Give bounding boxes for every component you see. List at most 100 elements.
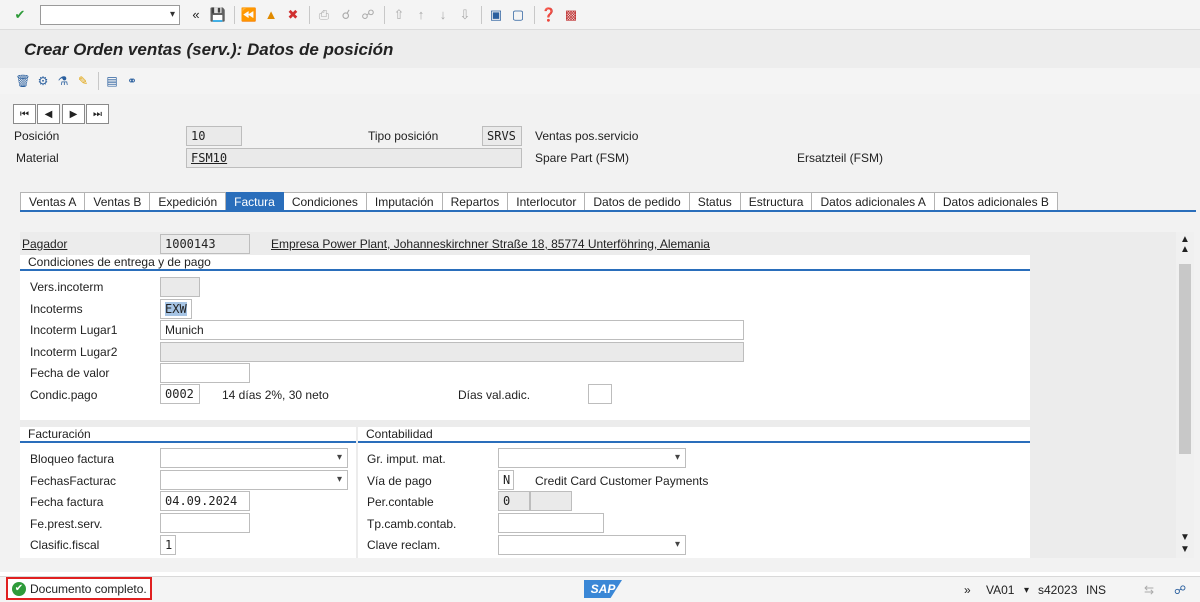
- posicion-label: Posición: [14, 129, 60, 143]
- pagador-label[interactable]: Pagador: [22, 237, 67, 251]
- scroll-down-icon[interactable]: ▼: [1180, 532, 1190, 543]
- incoterm-lugar1-field[interactable]: Munich: [160, 320, 744, 340]
- configure-icon[interactable]: ⚙: [34, 72, 52, 90]
- cancel-icon[interactable]: ✖: [283, 5, 303, 25]
- find-icon[interactable]: ☌: [336, 5, 356, 25]
- find-next-icon[interactable]: ☍: [358, 5, 378, 25]
- chevron-down-icon[interactable]: ▾: [675, 539, 680, 550]
- last-page-icon[interactable]: ⇩: [455, 5, 475, 25]
- last-item-button[interactable]: ⏭: [86, 104, 109, 124]
- tipo-posicion-label: Tipo posición: [368, 129, 439, 143]
- fechas-facturac-select[interactable]: ▾: [160, 470, 348, 490]
- last-icon: ⏭: [93, 108, 102, 120]
- command-field[interactable]: ▾: [40, 4, 180, 25]
- tab-repartos[interactable]: Repartos: [442, 192, 509, 211]
- double-chevron-left-icon[interactable]: «: [186, 5, 206, 25]
- exit-icon[interactable]: ▲: [261, 5, 281, 25]
- tp-camb-contab-field[interactable]: [498, 513, 604, 533]
- tab-interlocutor[interactable]: Interlocutor: [508, 192, 586, 211]
- delete-icon[interactable]: 🗑: [14, 72, 32, 90]
- analysis-icon[interactable]: ⚗: [54, 72, 72, 90]
- toolbar-divider: [309, 5, 310, 24]
- chevron-down-icon[interactable]: ▾: [170, 9, 175, 20]
- save-icon[interactable]: 💾: [208, 5, 228, 25]
- enter-icon[interactable]: ✔: [10, 5, 30, 25]
- bloqueo-factura-label: Bloqueo factura: [30, 452, 115, 466]
- application-toolbar: 🗑 ⚙ ⚗ ✎ ▤ ⚭: [0, 68, 1200, 94]
- help-icon[interactable]: ❓: [539, 5, 559, 25]
- chevron-down-icon[interactable]: ▾: [675, 452, 680, 463]
- via-pago-desc: Credit Card Customer Payments: [535, 474, 709, 488]
- tab-datos-pedido[interactable]: Datos de pedido: [585, 192, 690, 211]
- lock-icon[interactable]: ☍: [1174, 583, 1186, 597]
- chevron-down-icon[interactable]: ▾: [337, 474, 342, 485]
- dias-val-adic-field[interactable]: [588, 384, 612, 404]
- condic-pago-label: Condic.pago: [30, 388, 98, 402]
- incoterms-label: Incoterms: [30, 302, 83, 316]
- via-pago-field[interactable]: N: [498, 470, 514, 490]
- bloqueo-factura-select[interactable]: ▾: [160, 448, 348, 468]
- tipo-posicion-desc: Ventas pos.servicio: [535, 129, 639, 143]
- pagador-field[interactable]: 1000143: [160, 234, 250, 254]
- scroll-thumb[interactable]: [1179, 264, 1191, 454]
- chevron-down-icon[interactable]: ▾: [337, 452, 342, 463]
- fe-prest-serv-field[interactable]: [160, 513, 250, 533]
- scroll-up-icon[interactable]: ▲: [1180, 244, 1190, 255]
- fecha-valor-field[interactable]: [160, 363, 250, 383]
- next-page-icon[interactable]: ↓: [433, 5, 453, 25]
- pagador-desc: Empresa Power Plant, Johanneskirchner St…: [271, 237, 710, 251]
- tab-ventas-b[interactable]: Ventas B: [85, 192, 151, 211]
- first-icon: ⏮: [20, 108, 29, 120]
- tipo-posicion-field[interactable]: SRVS: [482, 126, 522, 146]
- print-icon[interactable]: ⎙: [314, 5, 334, 25]
- gr-imput-mat-select[interactable]: ▾: [498, 448, 686, 468]
- incoterm-lugar2-field[interactable]: [160, 342, 744, 362]
- contabilidad-title: Contabilidad: [358, 427, 1030, 443]
- document-icon[interactable]: ▤: [103, 72, 121, 90]
- incoterm-lugar1-label: Incoterm Lugar1: [30, 323, 118, 337]
- tab-datos-adicionales-b[interactable]: Datos adicionales B: [934, 192, 1058, 211]
- server-name: s42023: [1038, 583, 1078, 597]
- connection-icon: ⇆: [1144, 583, 1155, 597]
- per-contable-field[interactable]: 0: [498, 491, 530, 511]
- fecha-valor-label: Fecha de valor: [30, 366, 110, 380]
- new-session-icon[interactable]: ▣: [486, 5, 506, 25]
- material-desc2: Ersatzteil (FSM): [797, 151, 884, 165]
- back-icon[interactable]: ⏪: [239, 5, 259, 25]
- tab-underline: [20, 210, 1196, 212]
- tab-condiciones[interactable]: Condiciones: [283, 192, 367, 211]
- tab-strip: Ventas A Ventas B Expedición Factura Con…: [20, 192, 1058, 211]
- clasific-fiscal-field[interactable]: 1: [160, 535, 176, 555]
- first-item-button[interactable]: ⏮: [13, 104, 36, 124]
- expand-icon[interactable]: »: [964, 583, 971, 597]
- glasses-icon[interactable]: ⚭: [123, 72, 141, 90]
- tab-expedicion[interactable]: Expedición: [150, 192, 227, 211]
- tab-status[interactable]: Status: [689, 192, 741, 211]
- shortcut-icon[interactable]: ▢: [508, 5, 528, 25]
- tab-estructura[interactable]: Estructura: [740, 192, 813, 211]
- vers-incoterm-field[interactable]: [160, 277, 200, 297]
- per-contable-field-2[interactable]: [530, 491, 572, 511]
- prev-page-icon[interactable]: ↑: [411, 5, 431, 25]
- chevron-down-icon[interactable]: ▾: [1024, 585, 1029, 596]
- next-item-button[interactable]: ▶: [62, 104, 85, 124]
- scroll-down-icon[interactable]: ▼: [1180, 544, 1190, 555]
- material-field[interactable]: FSM10: [186, 148, 522, 168]
- condic-pago-field[interactable]: 0002: [160, 384, 200, 404]
- layout-icon[interactable]: ▩: [561, 5, 581, 25]
- first-page-icon[interactable]: ⇧: [389, 5, 409, 25]
- incoterm-lugar2-label: Incoterm Lugar2: [30, 345, 118, 359]
- success-check-icon: ✔: [12, 581, 26, 596]
- prev-item-button[interactable]: ◀: [37, 104, 60, 124]
- incoterms-field[interactable]: EXW: [160, 299, 192, 319]
- posicion-field[interactable]: 10: [186, 126, 242, 146]
- edit-icon[interactable]: ✎: [74, 72, 92, 90]
- tab-factura[interactable]: Factura: [226, 192, 284, 211]
- tab-imputacion[interactable]: Imputación: [366, 192, 443, 211]
- status-message[interactable]: ✔ Documento completo.: [6, 577, 152, 600]
- tab-ventas-a[interactable]: Ventas A: [20, 192, 86, 211]
- clave-reclam-select[interactable]: ▾: [498, 535, 686, 555]
- vertical-scrollbar[interactable]: ▲ ▲ ▼ ▼: [1176, 232, 1194, 558]
- tab-datos-adicionales-a[interactable]: Datos adicionales A: [812, 192, 935, 211]
- fecha-factura-field[interactable]: 04.09.2024: [160, 491, 250, 511]
